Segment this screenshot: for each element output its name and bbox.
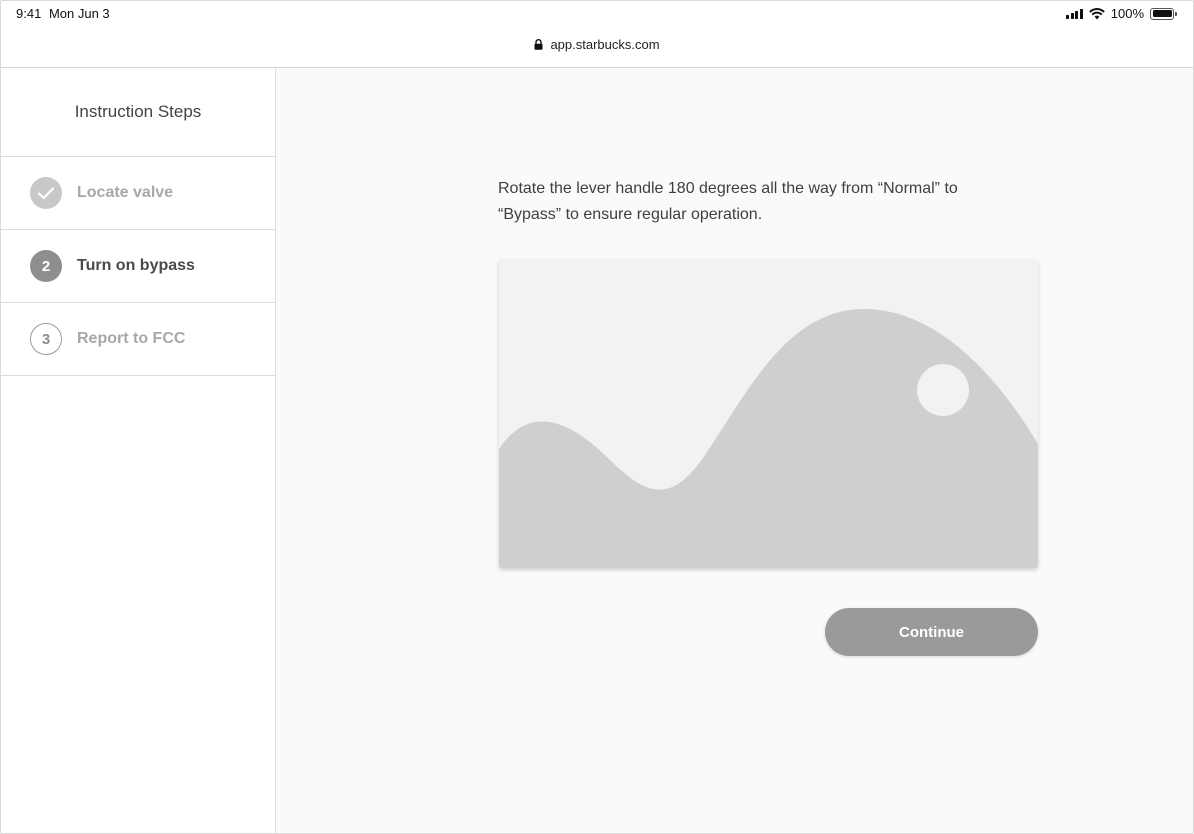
check-icon [37,187,55,200]
instruction-text: Rotate the lever handle 180 degrees all … [498,180,958,223]
status-bar: 9:41 Mon Jun 3 100% [1,1,1193,25]
status-date: Mon Jun 3 [48,6,110,21]
status-clock: 9:41 [16,6,42,21]
continue-button[interactable]: Continue [825,608,1038,656]
image-placeholder-icon [499,309,1038,568]
step-report-to-fcc[interactable]: 3 Report to FCC [1,303,275,376]
main-content: Rotate the lever handle 180 degrees all … [276,68,1193,833]
step-1-label: Locate valve [77,184,174,201]
battery-icon [1150,7,1177,20]
status-time: 9:41 Mon Jun 3 [16,6,110,21]
sidebar: Instruction Steps Locate valve 2 Turn on… [1,68,276,833]
step-3-label: Report to FCC [77,330,186,347]
step-locate-valve[interactable]: Locate valve [1,157,275,230]
status-indicators: 100% [1066,6,1177,21]
cellular-signal-icon [1066,8,1083,19]
app-frame: 9:41 Mon Jun 3 100% app.starbucks.com In… [0,0,1194,834]
address-bar[interactable]: app.starbucks.com [1,25,1193,68]
wifi-icon [1088,7,1105,19]
sidebar-title: Instruction Steps [1,68,275,157]
step-2-label: Turn on bypass [77,257,195,274]
battery-percent: 100% [1110,6,1144,21]
step-turn-on-bypass[interactable]: 2 Turn on bypass [1,230,275,303]
step-3-badge: 3 [30,323,62,355]
step-2-badge: 2 [30,250,62,282]
instruction-image [499,259,1038,568]
step-1-badge [30,177,62,209]
url-text: app.starbucks.com [550,36,660,52]
lock-icon [534,38,543,50]
